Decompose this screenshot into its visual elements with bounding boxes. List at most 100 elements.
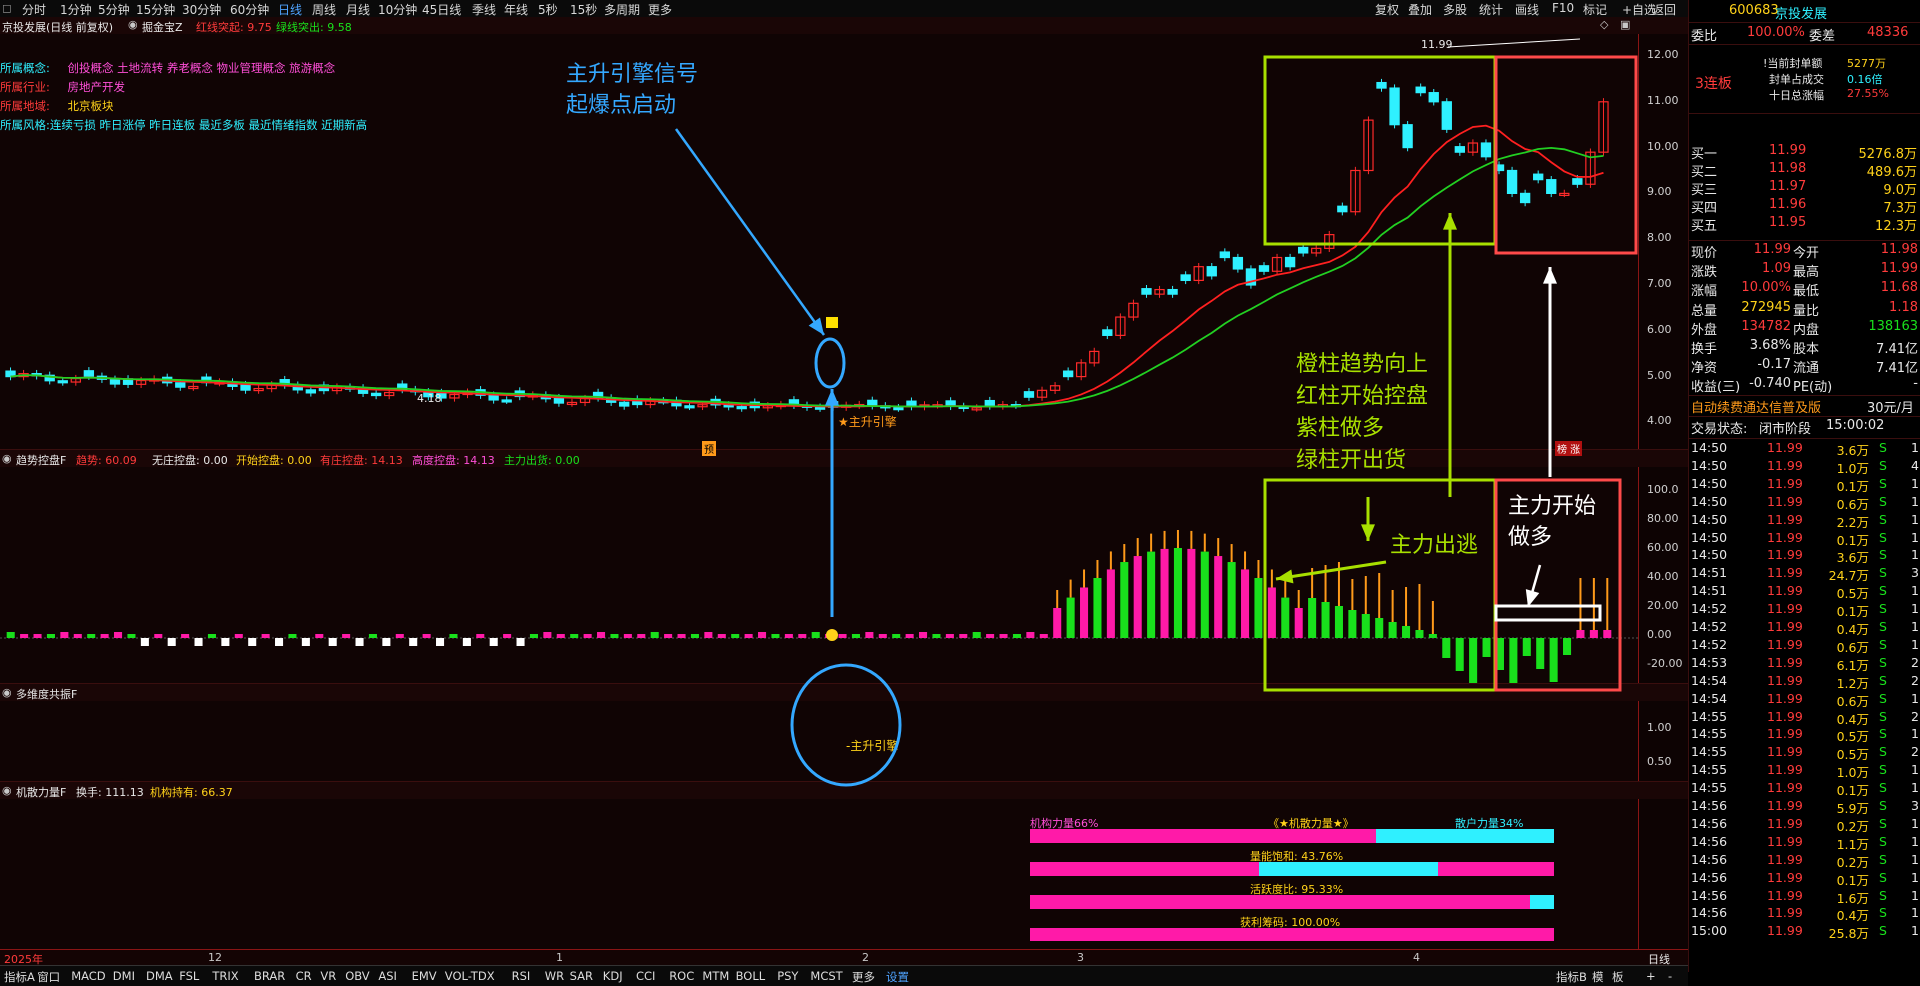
tool-1[interactable]: 叠加	[1408, 1, 1432, 18]
indicator-tab-7[interactable]: BRAR	[254, 969, 285, 983]
period-tab-3[interactable]: 15分钟	[136, 1, 175, 18]
indicator-tab-18[interactable]: CCI	[636, 969, 655, 983]
indicator-right-0[interactable]: 指标B	[1556, 969, 1587, 985]
indicator-tab-11[interactable]: ASI	[378, 969, 397, 983]
stat-row: 涨幅 10.00% 最低 11.68	[1689, 279, 1920, 299]
candle	[1480, 142, 1492, 158]
indicator-tab-22[interactable]: PSY	[777, 969, 798, 983]
tool-8[interactable]: 返回	[1652, 1, 1676, 18]
bid-row[interactable]: 买二 11.98 489.6万	[1689, 160, 1920, 180]
indicator-right-2[interactable]: 板	[1612, 969, 1624, 985]
period-tab-13[interactable]: 5秒	[538, 1, 558, 18]
indicator-tab-10[interactable]: OBV	[345, 969, 369, 983]
bid-row[interactable]: 买五 11.95 12.3万	[1689, 214, 1920, 234]
indicator-tab-4[interactable]: DMA	[146, 969, 173, 983]
pane-max-icon[interactable]: ▣	[1620, 18, 1630, 31]
indicator-tab-21[interactable]: BOLL	[736, 969, 766, 983]
trend-pane-title[interactable]: 趋势控盘F	[16, 452, 66, 468]
tool-6[interactable]: 标记	[1583, 1, 1607, 18]
period-tab-5[interactable]: 60分钟	[230, 1, 269, 18]
candle	[1493, 164, 1505, 172]
price-tick: 10.00	[1647, 139, 1679, 153]
tick-time: 14:56	[1691, 798, 1728, 813]
indicator-tab-0[interactable]: 指标A	[4, 969, 35, 985]
tick-side: S	[1879, 636, 1887, 652]
period-tab-1[interactable]: 1分钟	[60, 1, 92, 18]
trend-bar	[1187, 548, 1196, 638]
indicator-right-3[interactable]: +	[1646, 969, 1656, 983]
indicator-tab-13[interactable]: VOL-TDX	[445, 969, 495, 983]
period-tab-8[interactable]: 月线	[346, 1, 370, 18]
bid-name: 买五	[1691, 219, 1718, 234]
trend-bar	[60, 632, 69, 638]
inst-pane-icon[interactable]: ◉	[2, 784, 12, 797]
promo-text[interactable]: 自动续费通达信普及版	[1691, 397, 1821, 416]
menu-icon[interactable]: ◻	[2, 1, 12, 15]
period-tab-16[interactable]: 更多	[648, 1, 672, 18]
indicator-tab-23[interactable]: MCST	[810, 969, 842, 983]
tick-time: 14:56	[1691, 887, 1728, 903]
period-tab-7[interactable]: 周线	[312, 1, 336, 18]
indicator-tab-19[interactable]: ROC	[669, 969, 694, 983]
indicator-tab-15[interactable]: WR	[545, 969, 564, 983]
period-tab-4[interactable]: 30分钟	[182, 1, 221, 18]
trend-bar	[1227, 562, 1236, 638]
bid-row[interactable]: 买一 11.99 5276.8万	[1689, 142, 1920, 162]
indicator-tab-24[interactable]: 更多	[852, 969, 875, 985]
green-line-label: 绿线突出: 9.58	[276, 21, 352, 34]
promo-row[interactable]: 自动续费通达信普及版 30元/月	[1689, 395, 1920, 416]
indicator-tab-1[interactable]: 窗口	[37, 969, 60, 985]
indicator-tab-14[interactable]: RSI	[512, 969, 531, 983]
tool-0[interactable]: 复权	[1375, 1, 1399, 18]
period-tab-14[interactable]: 15秒	[570, 1, 597, 18]
indicator-right-4[interactable]: -	[1668, 969, 1672, 983]
indicator-tab-6[interactable]: TRIX	[212, 969, 238, 983]
bid-row[interactable]: 买四 11.96 7.3万	[1689, 196, 1920, 216]
indicator-tab-3[interactable]: DMI	[113, 969, 135, 983]
trend-bar	[1603, 630, 1612, 638]
indicator-name[interactable]: 掘金宝Z	[142, 19, 183, 35]
indicator-tab-20[interactable]: MTM	[702, 969, 729, 983]
multi-pane-title[interactable]: 多维度共振F	[16, 686, 77, 702]
period-tab-9[interactable]: 10分钟	[378, 1, 417, 18]
period-tab-2[interactable]: 5分钟	[98, 1, 130, 18]
candle	[1141, 288, 1152, 295]
tool-7[interactable]: +自选	[1622, 1, 1656, 18]
multi-pane-icon[interactable]: ◉	[2, 686, 12, 699]
period-tab-11[interactable]: 季线	[472, 1, 496, 18]
trend-pane-icon[interactable]: ◉	[2, 452, 12, 465]
period-tab-10[interactable]: 45日线	[422, 1, 461, 18]
indicator-tab-16[interactable]: SAR	[570, 969, 593, 983]
tick-row: 14:56 11.99 0.4万 S 1	[1689, 904, 1920, 923]
status-label: 交易状态:	[1691, 422, 1748, 437]
tick-list[interactable]: 14:50 11.99 3.6万 S 1 14:50 11.99 1.0万 S 4 14:50 11.…	[1689, 438, 1920, 941]
tool-5[interactable]: F10	[1552, 1, 1574, 15]
indicator-dropdown-icon[interactable]: ◉	[128, 18, 138, 31]
tick-count: 1	[1911, 851, 1919, 867]
tick-price: 11.99	[1767, 690, 1803, 706]
stat-value: 11.99	[1753, 242, 1791, 257]
period-tab-6[interactable]: 日线	[278, 1, 302, 18]
red-line-label: 红线突起: 9.75	[196, 21, 272, 34]
indicator-right-1[interactable]: 模	[1592, 969, 1604, 985]
period-tab-12[interactable]: 年线	[504, 1, 528, 18]
indicator-tab-5[interactable]: FSL	[179, 969, 199, 983]
tool-2[interactable]: 多股	[1443, 1, 1467, 18]
inst-pane-title[interactable]: 机散力量F	[16, 784, 66, 800]
indicator-tab-8[interactable]: CR	[296, 969, 312, 983]
indicator-tab-12[interactable]: EMV	[412, 969, 437, 983]
bid-row[interactable]: 买三 11.97 9.0万	[1689, 178, 1920, 198]
indicator-tab-25[interactable]: 设置	[886, 969, 909, 985]
indicator-tab-9[interactable]: VR	[320, 969, 336, 983]
tool-3[interactable]: 统计	[1479, 1, 1503, 18]
period-tab-0[interactable]: 分时	[22, 1, 46, 18]
period-tab-15[interactable]: 多周期	[604, 1, 640, 18]
tool-4[interactable]: 画线	[1515, 1, 1539, 18]
tick-side: S	[1879, 887, 1887, 903]
indicator-tab-17[interactable]: KDJ	[603, 969, 623, 983]
trend-bar	[1308, 598, 1317, 638]
tick-count: 1	[1911, 583, 1919, 599]
tick-time: 14:50	[1691, 511, 1728, 527]
pane-resize-icon[interactable]: ◇	[1600, 18, 1608, 31]
indicator-tab-2[interactable]: MACD	[71, 969, 105, 983]
